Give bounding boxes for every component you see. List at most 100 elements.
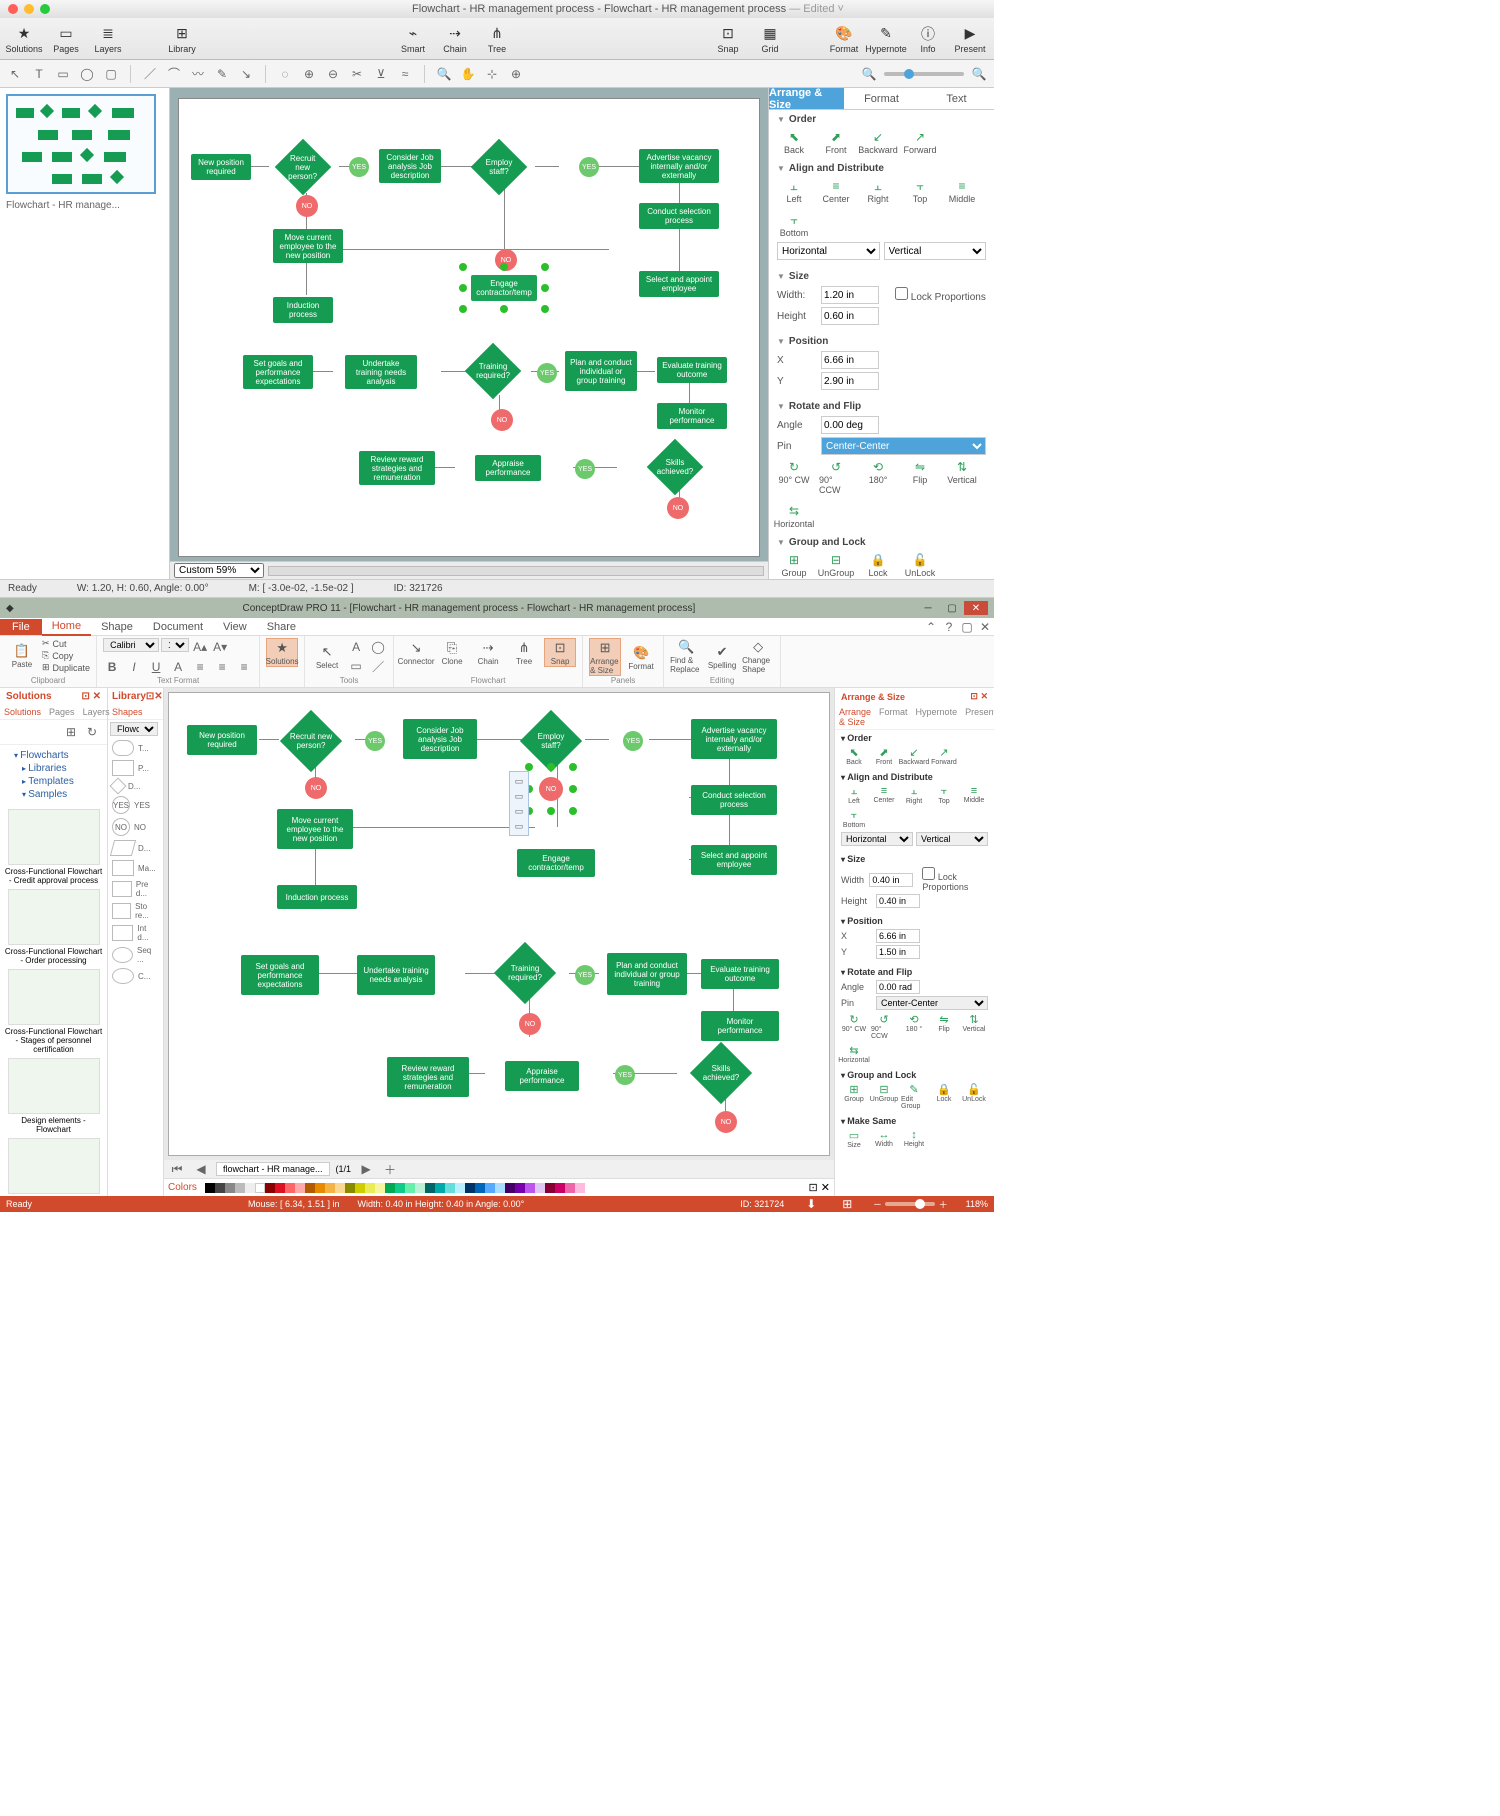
toolbar-grid[interactable]: ▦Grid bbox=[750, 20, 790, 58]
toolbar-solutions[interactable]: ★Solutions bbox=[4, 20, 44, 58]
underline-icon[interactable]: U bbox=[147, 658, 165, 676]
spelling-button[interactable]: ✔Spelling bbox=[706, 643, 738, 670]
order-front-button[interactable]: ⬈Front bbox=[819, 129, 853, 155]
align-middle-button[interactable]: ≡Middle bbox=[961, 785, 987, 805]
sample-item[interactable]: Cross-Functional Flowchart - Order proce… bbox=[4, 889, 103, 965]
node-new-position[interactable]: New position required bbox=[191, 154, 251, 180]
delete-point-tool-icon[interactable]: ⊖ bbox=[324, 65, 342, 83]
shape-manual[interactable]: Ma... bbox=[108, 858, 163, 878]
shape-no[interactable]: NONO bbox=[108, 816, 163, 838]
toolbar-hypernote[interactable]: ✎Hypernote bbox=[866, 20, 906, 58]
toolbar-smart[interactable]: ⌁Smart bbox=[393, 20, 433, 58]
group-button[interactable]: ⊞Group bbox=[777, 552, 811, 578]
library-file-select[interactable]: Flowch... bbox=[110, 722, 158, 736]
duplicate-button[interactable]: ⊞ Duplicate bbox=[42, 662, 90, 673]
hand-tool-icon[interactable]: ✋ bbox=[459, 65, 477, 83]
node-consider[interactable]: Consider Job analysis Job description bbox=[403, 719, 477, 759]
shape-process[interactable]: P... bbox=[108, 758, 163, 778]
width-input[interactable] bbox=[869, 873, 913, 887]
arc-tool-icon[interactable]: ⌒ bbox=[165, 65, 183, 83]
align-bottom-button[interactable]: ⫟Bottom bbox=[777, 212, 811, 238]
shape-yes[interactable]: YESYES bbox=[108, 794, 163, 816]
font-grow-icon[interactable]: A▴ bbox=[191, 638, 209, 656]
node-conduct[interactable]: Conduct selection process bbox=[691, 785, 777, 815]
ribbon-minimize-icon[interactable]: ⌃ bbox=[922, 618, 940, 636]
ungroup-button[interactable]: ⊟UnGroup bbox=[819, 552, 853, 578]
document-menu[interactable]: Document bbox=[143, 619, 213, 635]
align-center-icon[interactable]: ≡ bbox=[213, 658, 231, 676]
shape-predefined[interactable]: Pre d... bbox=[108, 878, 163, 900]
section-order[interactable]: Order bbox=[777, 114, 986, 125]
width-input[interactable] bbox=[821, 286, 879, 304]
connector-button[interactable]: ↘Connector bbox=[400, 639, 432, 666]
same-size-button[interactable]: ▭Size bbox=[841, 1129, 867, 1149]
node-undertake[interactable]: Undertake training needs analysis bbox=[345, 355, 417, 389]
node-advertise[interactable]: Advertise vacancy internally and/or exte… bbox=[691, 719, 777, 759]
shape-stored[interactable]: Sto re... bbox=[108, 900, 163, 922]
align-middle-button[interactable]: ≡Middle bbox=[945, 178, 979, 204]
node-no-selected[interactable]: NO ▭ ▭ ▭ ▭ bbox=[539, 777, 563, 801]
toolbar-pages[interactable]: ▭Pages bbox=[46, 20, 86, 58]
tree-refresh-icon[interactable]: ↻ bbox=[83, 723, 101, 741]
node-evaluate[interactable]: Evaluate training outcome bbox=[701, 959, 779, 989]
group-button[interactable]: ⊞Group bbox=[841, 1083, 867, 1110]
toolbar-tree[interactable]: ⋔Tree bbox=[477, 20, 517, 58]
unlock-button[interactable]: 🔓UnLock bbox=[903, 552, 937, 578]
shape-data[interactable]: D... bbox=[108, 838, 163, 858]
node-set-goals[interactable]: Set goals and performance expectations bbox=[241, 955, 319, 995]
tab-hypernote[interactable]: Hypernote bbox=[912, 705, 962, 729]
font-size-select[interactable]: 11 bbox=[161, 638, 189, 652]
pointer-tool-icon[interactable]: ↖ bbox=[6, 65, 24, 83]
align-right-icon[interactable]: ≡ bbox=[235, 658, 253, 676]
node-new-position[interactable]: New position required bbox=[187, 725, 257, 755]
distribute-vertical-select[interactable]: Vertical bbox=[884, 242, 987, 260]
subtab-pages[interactable]: Pages bbox=[45, 705, 79, 719]
distribute-horizontal-select[interactable]: Horizontal bbox=[777, 242, 880, 260]
lock-proportions-checkbox[interactable] bbox=[922, 867, 935, 880]
tree-samples[interactable]: Samples bbox=[14, 788, 101, 801]
magnify-tool-icon[interactable]: ⊕ bbox=[507, 65, 525, 83]
toolbar-info[interactable]: ⓘInfo bbox=[908, 20, 948, 58]
x-input[interactable] bbox=[876, 929, 920, 943]
node-skills[interactable]: Skills achieved? bbox=[690, 1042, 752, 1104]
align-left-button[interactable]: ⫠Left bbox=[777, 178, 811, 204]
section-align[interactable]: Align and Distribute bbox=[841, 772, 988, 782]
align-top-button[interactable]: ⫟Top bbox=[931, 785, 957, 805]
node-engage[interactable]: Engage contractor/temp bbox=[517, 849, 595, 877]
height-input[interactable] bbox=[876, 894, 920, 908]
change-shape-button[interactable]: ◇Change Shape bbox=[742, 638, 774, 674]
node-recruit[interactable]: Recruit new person? bbox=[280, 710, 342, 772]
italic-icon[interactable]: I bbox=[125, 658, 143, 676]
rotate-90ccw-button[interactable]: ↺90° CCW bbox=[819, 459, 853, 495]
horizontal-scrollbar[interactable] bbox=[268, 566, 764, 576]
shape-menu[interactable]: Shape bbox=[91, 619, 143, 635]
angle-input[interactable] bbox=[821, 416, 879, 434]
home-menu[interactable]: Home bbox=[42, 618, 91, 636]
node-training-req[interactable]: Training required? bbox=[465, 343, 522, 400]
tab-add-icon[interactable]: ＋ bbox=[381, 1160, 399, 1178]
node-plan-conduct[interactable]: Plan and conduct individual or group tra… bbox=[565, 351, 637, 391]
rounded-rect-tool-icon[interactable]: ▢ bbox=[102, 65, 120, 83]
order-front-button[interactable]: ⬈Front bbox=[871, 746, 897, 766]
panel-close-icon[interactable]: ⊡ ✕ bbox=[81, 691, 101, 702]
align-center-button[interactable]: ≡Center bbox=[871, 785, 897, 805]
paste-button[interactable]: 📋Paste bbox=[6, 642, 38, 669]
node-advertise[interactable]: Advertise vacancy internally and/or exte… bbox=[639, 149, 719, 183]
ellipse-tool-icon[interactable]: ◯ bbox=[78, 65, 96, 83]
page-tab[interactable]: flowchart - HR manage... bbox=[216, 1162, 330, 1176]
chain-button[interactable]: ⇢Chain bbox=[472, 639, 504, 666]
unlock-button[interactable]: 🔓UnLock bbox=[961, 1083, 987, 1110]
edited-indicator[interactable]: — Edited ˅ bbox=[789, 3, 844, 15]
flip-horizontal-button[interactable]: ⇆Horizontal bbox=[841, 1044, 867, 1064]
shape-sequential[interactable]: Seq ... bbox=[108, 944, 163, 966]
rotate-180-button[interactable]: ⟲180° bbox=[861, 459, 895, 495]
node-consider[interactable]: Consider Job analysis Job description bbox=[379, 149, 441, 183]
section-rotate[interactable]: Rotate and Flip bbox=[841, 967, 988, 977]
tree-button[interactable]: ⋔Tree bbox=[508, 639, 540, 666]
win-titlebar[interactable]: ◆ ConceptDraw PRO 11 - [Flowchart - HR m… bbox=[0, 598, 994, 618]
tree-templates[interactable]: Templates bbox=[14, 775, 101, 788]
tree-libraries[interactable]: Libraries bbox=[14, 762, 101, 775]
tree-flowcharts[interactable]: Flowcharts bbox=[6, 749, 101, 762]
find-replace-button[interactable]: 🔍Find & Replace bbox=[670, 638, 702, 674]
node-select-appoint[interactable]: Select and appoint employee bbox=[691, 845, 777, 875]
